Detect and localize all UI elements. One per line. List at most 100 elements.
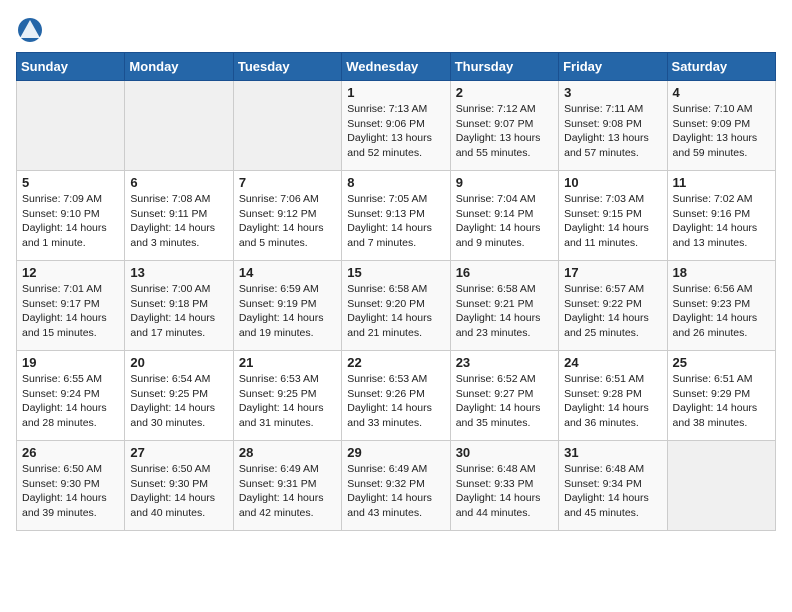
day-number: 31	[564, 445, 661, 460]
calendar-cell: 18 Sunrise: 6:56 AM Sunset: 9:23 PM Dayli…	[667, 261, 775, 351]
calendar-cell: 13 Sunrise: 7:00 AM Sunset: 9:18 PM Dayli…	[125, 261, 233, 351]
day-number: 14	[239, 265, 336, 280]
day-number: 23	[456, 355, 553, 370]
calendar-week-row: 1 Sunrise: 7:13 AM Sunset: 9:06 PM Daylig…	[17, 81, 776, 171]
day-number: 6	[130, 175, 227, 190]
day-info: Sunrise: 6:51 AM Sunset: 9:29 PM Dayligh…	[673, 372, 770, 431]
calendar-cell: 4 Sunrise: 7:10 AM Sunset: 9:09 PM Daylig…	[667, 81, 775, 171]
calendar-cell: 5 Sunrise: 7:09 AM Sunset: 9:10 PM Daylig…	[17, 171, 125, 261]
day-info: Sunrise: 6:48 AM Sunset: 9:34 PM Dayligh…	[564, 462, 661, 521]
day-info: Sunrise: 7:13 AM Sunset: 9:06 PM Dayligh…	[347, 102, 444, 161]
day-info: Sunrise: 6:59 AM Sunset: 9:19 PM Dayligh…	[239, 282, 336, 341]
day-number: 24	[564, 355, 661, 370]
day-number: 19	[22, 355, 119, 370]
day-number: 11	[673, 175, 770, 190]
day-of-week-header: Tuesday	[233, 53, 341, 81]
day-info: Sunrise: 7:10 AM Sunset: 9:09 PM Dayligh…	[673, 102, 770, 161]
day-number: 12	[22, 265, 119, 280]
calendar-cell	[233, 81, 341, 171]
day-of-week-header: Monday	[125, 53, 233, 81]
day-number: 20	[130, 355, 227, 370]
calendar-cell	[17, 81, 125, 171]
day-info: Sunrise: 6:51 AM Sunset: 9:28 PM Dayligh…	[564, 372, 661, 431]
day-info: Sunrise: 7:11 AM Sunset: 9:08 PM Dayligh…	[564, 102, 661, 161]
day-info: Sunrise: 6:57 AM Sunset: 9:22 PM Dayligh…	[564, 282, 661, 341]
day-number: 16	[456, 265, 553, 280]
day-info: Sunrise: 6:55 AM Sunset: 9:24 PM Dayligh…	[22, 372, 119, 431]
calendar-cell: 25 Sunrise: 6:51 AM Sunset: 9:29 PM Dayli…	[667, 351, 775, 441]
calendar-week-row: 26 Sunrise: 6:50 AM Sunset: 9:30 PM Dayli…	[17, 441, 776, 531]
day-of-week-header: Wednesday	[342, 53, 450, 81]
day-number: 21	[239, 355, 336, 370]
day-of-week-header: Saturday	[667, 53, 775, 81]
day-of-week-header: Thursday	[450, 53, 558, 81]
day-number: 1	[347, 85, 444, 100]
day-of-week-header: Friday	[559, 53, 667, 81]
calendar-cell	[667, 441, 775, 531]
day-info: Sunrise: 6:48 AM Sunset: 9:33 PM Dayligh…	[456, 462, 553, 521]
day-info: Sunrise: 6:58 AM Sunset: 9:21 PM Dayligh…	[456, 282, 553, 341]
calendar-cell: 7 Sunrise: 7:06 AM Sunset: 9:12 PM Daylig…	[233, 171, 341, 261]
day-number: 17	[564, 265, 661, 280]
day-number: 13	[130, 265, 227, 280]
calendar-cell: 11 Sunrise: 7:02 AM Sunset: 9:16 PM Dayli…	[667, 171, 775, 261]
calendar-cell: 10Sunrise: 7:03 AM Sunset: 9:15 PM Dayli…	[559, 171, 667, 261]
day-info: Sunrise: 6:58 AM Sunset: 9:20 PM Dayligh…	[347, 282, 444, 341]
day-info: Sunrise: 7:00 AM Sunset: 9:18 PM Dayligh…	[130, 282, 227, 341]
day-number: 9	[456, 175, 553, 190]
calendar-cell: 17 Sunrise: 6:57 AM Sunset: 9:22 PM Dayli…	[559, 261, 667, 351]
day-info: Sunrise: 6:50 AM Sunset: 9:30 PM Dayligh…	[22, 462, 119, 521]
calendar-week-row: 5 Sunrise: 7:09 AM Sunset: 9:10 PM Daylig…	[17, 171, 776, 261]
calendar-cell: 29 Sunrise: 6:49 AM Sunset: 9:32 PM Dayli…	[342, 441, 450, 531]
page-header	[16, 16, 776, 44]
calendar-cell: 28Sunrise: 6:49 AM Sunset: 9:31 PM Dayli…	[233, 441, 341, 531]
logo	[16, 16, 48, 44]
calendar-cell: 30Sunrise: 6:48 AM Sunset: 9:33 PM Dayli…	[450, 441, 558, 531]
day-info: Sunrise: 6:50 AM Sunset: 9:30 PM Dayligh…	[130, 462, 227, 521]
calendar-cell: 20Sunrise: 6:54 AM Sunset: 9:25 PM Dayli…	[125, 351, 233, 441]
day-number: 18	[673, 265, 770, 280]
day-info: Sunrise: 6:49 AM Sunset: 9:32 PM Dayligh…	[347, 462, 444, 521]
day-number: 26	[22, 445, 119, 460]
day-number: 2	[456, 85, 553, 100]
day-info: Sunrise: 7:06 AM Sunset: 9:12 PM Dayligh…	[239, 192, 336, 251]
day-number: 4	[673, 85, 770, 100]
calendar-week-row: 12 Sunrise: 7:01 AM Sunset: 9:17 PM Dayli…	[17, 261, 776, 351]
day-info: Sunrise: 7:04 AM Sunset: 9:14 PM Dayligh…	[456, 192, 553, 251]
calendar-cell: 31 Sunrise: 6:48 AM Sunset: 9:34 PM Dayli…	[559, 441, 667, 531]
calendar-cell: 22Sunrise: 6:53 AM Sunset: 9:26 PM Dayli…	[342, 351, 450, 441]
calendar-cell: 3Sunrise: 7:11 AM Sunset: 9:08 PM Daylig…	[559, 81, 667, 171]
calendar-cell: 9 Sunrise: 7:04 AM Sunset: 9:14 PM Daylig…	[450, 171, 558, 261]
day-number: 8	[347, 175, 444, 190]
calendar-cell: 1 Sunrise: 7:13 AM Sunset: 9:06 PM Daylig…	[342, 81, 450, 171]
day-info: Sunrise: 7:02 AM Sunset: 9:16 PM Dayligh…	[673, 192, 770, 251]
day-info: Sunrise: 6:52 AM Sunset: 9:27 PM Dayligh…	[456, 372, 553, 431]
calendar-cell: 8Sunrise: 7:05 AM Sunset: 9:13 PM Daylig…	[342, 171, 450, 261]
day-number: 15	[347, 265, 444, 280]
day-number: 25	[673, 355, 770, 370]
calendar-cell: 19 Sunrise: 6:55 AM Sunset: 9:24 PM Dayli…	[17, 351, 125, 441]
day-info: Sunrise: 7:01 AM Sunset: 9:17 PM Dayligh…	[22, 282, 119, 341]
calendar-cell: 24 Sunrise: 6:51 AM Sunset: 9:28 PM Dayli…	[559, 351, 667, 441]
calendar-cell: 6Sunrise: 7:08 AM Sunset: 9:11 PM Daylig…	[125, 171, 233, 261]
day-info: Sunrise: 6:53 AM Sunset: 9:25 PM Dayligh…	[239, 372, 336, 431]
calendar-cell: 15 Sunrise: 6:58 AM Sunset: 9:20 PM Dayli…	[342, 261, 450, 351]
day-number: 22	[347, 355, 444, 370]
day-info: Sunrise: 6:56 AM Sunset: 9:23 PM Dayligh…	[673, 282, 770, 341]
day-of-week-header: Sunday	[17, 53, 125, 81]
day-number: 5	[22, 175, 119, 190]
calendar-cell	[125, 81, 233, 171]
day-number: 10	[564, 175, 661, 190]
day-number: 29	[347, 445, 444, 460]
calendar-cell: 23 Sunrise: 6:52 AM Sunset: 9:27 PM Dayli…	[450, 351, 558, 441]
calendar-cell: 26 Sunrise: 6:50 AM Sunset: 9:30 PM Dayli…	[17, 441, 125, 531]
day-number: 27	[130, 445, 227, 460]
day-info: Sunrise: 7:12 AM Sunset: 9:07 PM Dayligh…	[456, 102, 553, 161]
day-info: Sunrise: 6:49 AM Sunset: 9:31 PM Dayligh…	[239, 462, 336, 521]
calendar-cell: 27 Sunrise: 6:50 AM Sunset: 9:30 PM Dayli…	[125, 441, 233, 531]
day-info: Sunrise: 7:09 AM Sunset: 9:10 PM Dayligh…	[22, 192, 119, 251]
calendar-cell: 16 Sunrise: 6:58 AM Sunset: 9:21 PM Dayli…	[450, 261, 558, 351]
calendar-table: SundayMondayTuesdayWednesdayThursdayFrid…	[16, 52, 776, 531]
logo-icon	[16, 16, 44, 44]
day-number: 7	[239, 175, 336, 190]
